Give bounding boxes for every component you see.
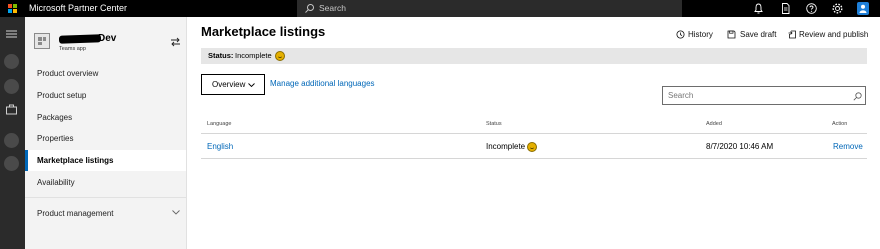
product-nav-panel: Dev Teams app Product overview Product s… [25,17,187,249]
listing-search-field[interactable] [662,86,866,105]
nav-item-marketplace-listings[interactable]: Marketplace listings [25,150,186,171]
history-button[interactable]: History [676,29,716,40]
row-status: Incomplete [486,142,526,151]
listing-search-input[interactable] [668,90,848,101]
save-draft-label: Save draft [740,30,777,39]
history-icon [676,30,685,39]
overview-dropdown[interactable]: Overview [201,74,265,95]
reports-icon[interactable] [4,133,19,148]
product-name: Dev [98,33,117,44]
incomplete-status-icon [527,142,537,152]
global-search-box[interactable]: Search [297,0,682,17]
nav-item-product-management[interactable]: Product management [25,203,186,224]
product-name-redaction [58,34,102,44]
table-row-divider [201,158,867,159]
left-rail [0,17,25,249]
notification-bell-icon[interactable] [752,2,765,15]
incomplete-status-icon [275,51,285,61]
column-header-language: Language [207,121,232,127]
help-icon[interactable] [805,2,818,15]
document-icon[interactable] [779,2,792,15]
product-type: Teams app [59,46,86,52]
row-remove-link[interactable]: Remove [833,142,863,151]
manage-languages-link[interactable]: Manage additional languages [270,79,375,88]
column-header-action: Action [832,121,848,127]
table-header-divider [201,133,867,134]
page-title: Marketplace listings [201,24,326,39]
user-icon [859,4,867,13]
save-icon [727,30,736,39]
switch-product-icon[interactable] [170,37,181,47]
row-language-link[interactable]: English [207,142,233,151]
review-publish-label: Review and publish [799,30,869,39]
app-title[interactable]: Microsoft Partner Center [29,2,127,15]
review-publish-button[interactable]: Review and publish [788,29,868,40]
overview-dropdown-label: Overview [212,80,246,89]
chevron-down-icon[interactable] [172,210,180,215]
nav-item-packages[interactable]: Packages [25,107,186,128]
search-icon [305,4,314,13]
save-draft-button[interactable]: Save draft [727,29,777,40]
status-bar: Status: Incomplete [201,48,867,64]
history-label: History [688,30,713,39]
chevron-down-icon [248,83,255,88]
top-bar: Microsoft Partner Center Search [0,0,880,17]
publish-icon [788,30,796,39]
briefcase-icon[interactable] [4,102,19,117]
user-avatar[interactable] [857,2,869,15]
hamburger-menu-icon[interactable] [6,30,17,38]
partner-icon[interactable] [4,79,19,94]
dashboard-icon[interactable] [4,54,19,69]
nav-item-product-overview[interactable]: Product overview [25,63,186,84]
nav-item-properties[interactable]: Properties [25,128,186,149]
status-value: Incomplete [235,51,272,60]
column-header-status: Status [486,121,502,127]
status-label: Status: [208,51,234,60]
product-app-icon [34,33,50,49]
column-header-added: Added [706,121,722,127]
microsoft-logo-icon [8,4,17,13]
settings-gear-icon[interactable] [831,2,844,15]
global-search-placeholder: Search [319,3,346,13]
row-added-date: 8/7/2020 10:46 AM [706,142,774,151]
nav-divider [25,197,186,198]
account-icon[interactable] [4,156,19,171]
nav-item-product-setup[interactable]: Product setup [25,85,186,106]
nav-item-availability[interactable]: Availability [25,172,186,193]
search-icon[interactable] [853,92,862,101]
